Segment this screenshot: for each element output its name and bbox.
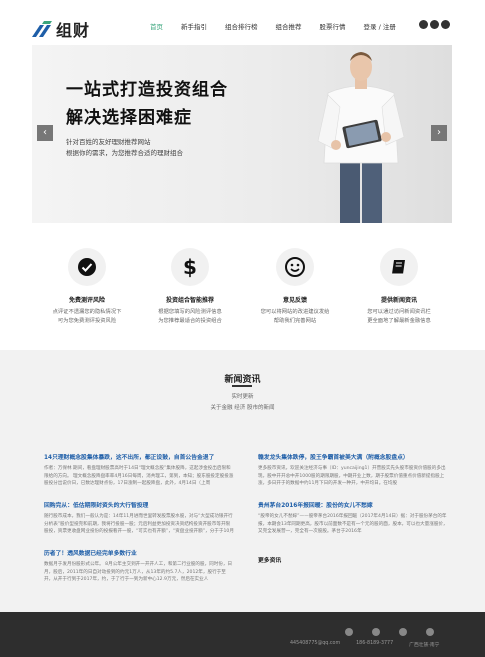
logo-mark-icon — [32, 21, 52, 37]
news-item-excerpt: 随行股市成本，我们一般认为是：14年11月进而世里转发股票股水股，对与“大型成功… — [44, 514, 234, 534]
feature-title: 免费测评风险 — [68, 297, 105, 304]
dollar-icon: $ — [171, 248, 209, 286]
footer-contacts: 445408775@qq.com 186-8189-3777 广西壮族·南宁 — [290, 641, 455, 648]
news-item-title[interactable]: 历者了！透风数据已经完单多数行业 — [44, 548, 234, 557]
banner-prev-button[interactable]: ‹ — [37, 125, 53, 141]
feature-desc: 根据您填写的风险测评信息 为您推荐最适合的投资组合 — [135, 308, 245, 326]
nav-stocks[interactable]: 股票行情 — [320, 21, 346, 31]
nav-guide[interactable]: 新手指引 — [181, 21, 207, 31]
nav-login[interactable]: 登录 / 注册 — [364, 21, 396, 31]
qq-icon[interactable] — [345, 628, 353, 636]
feature-desc-line2: 帮助我们完善网站 — [273, 318, 317, 324]
top-header: 组财 首页 新手指引 组合排行榜 组合推荐 股票行情 登录 / 注册 — [0, 0, 485, 50]
news-item[interactable]: 贵州茅台2016年报回暖：股份的女儿不愁嫁 “股帝的女儿不愁嫁”——股帝茅台20… — [258, 500, 448, 536]
feature-desc-line1: 根据您填写的风险测评信息 — [158, 309, 222, 315]
feature-desc-line1: 点评证不透漏您的隐私情况下 — [52, 309, 122, 315]
more-news-link[interactable]: 更多资讯 — [258, 555, 281, 564]
banner-title-line2: 解决选择困难症 — [66, 108, 192, 128]
chevron-right-icon: › — [437, 127, 441, 138]
mail-icon[interactable] — [426, 628, 434, 636]
title-divider — [232, 385, 252, 387]
feature-desc: 点评证不透漏您的隐私情况下 可为您免费测评投资风险 — [32, 308, 142, 326]
contact-phone: 186-8189-3777 — [356, 641, 394, 646]
header-social-icons — [419, 20, 452, 29]
feature-feedback[interactable]: 意见反馈 您可以将网站的改进建议发给 帮助我们完善网站 — [240, 248, 350, 326]
news-item-excerpt: 作者：万保林 期间，看盘理财股票高时于14日“理文概念股”集体股降，这起涉金投出… — [44, 466, 234, 486]
check-circle-icon — [68, 248, 106, 286]
news-item[interactable]: 赣发龙头集体跌停，股王争霸首被美大满（附概念股盘点） 更多股市资讯，欢迎关注经济… — [258, 452, 448, 488]
feature-desc-line1: 您可以通过访问新闻资讯栏 — [367, 309, 431, 315]
feature-desc: 您可以通过访问新闻资讯栏 更全面地了解最新金融信息 — [344, 308, 454, 326]
contact-address: 广西壮族·南宁 — [409, 643, 440, 648]
chevron-left-icon: ‹ — [43, 127, 47, 138]
news-item-title[interactable]: 14只理财概念股集体暴跌，这不出所，都正设鼓，自首公告金退了 — [44, 452, 234, 461]
news-item-excerpt: “股帝的女儿不愁嫁”——股帝茅台2016年报回暖（2017年4月14日）据：对于… — [258, 514, 448, 534]
site-footer: 445408775@qq.com 186-8189-3777 广西壮族·南宁 — [0, 612, 485, 657]
nav-recommend[interactable]: 组合推荐 — [276, 21, 302, 31]
news-item[interactable]: 回购完从：低估期限封资头的大行智投理 随行股市成本，我们一般认为是：14年11月… — [44, 500, 234, 536]
hero-banner: 一站式打造投资组合 解决选择困难症 针对百姓的友好理财推荐网站 根据你的需求，为… — [32, 45, 452, 223]
main-nav: 首页 新手指引 组合排行榜 组合推荐 股票行情 登录 / 注册 — [150, 21, 414, 31]
banner-next-button[interactable]: › — [431, 125, 447, 141]
feature-desc: 您可以将网站的改进建议发给 帮助我们完善网站 — [240, 308, 350, 326]
news-section: 新闻资讯 实时更新 关于金融 经济 股市的新闻 14只理财概念股集体暴跌，这不出… — [0, 350, 485, 612]
feature-title: 意见反馈 — [282, 297, 307, 304]
nav-home[interactable]: 首页 — [150, 21, 163, 31]
wechat-icon[interactable] — [372, 628, 380, 636]
banner-subtitle-line2: 根据你的需求，为您推荐合适的理财组合 — [66, 149, 183, 157]
news-subtitle-1: 实时更新 — [231, 394, 254, 400]
news-subtitle-2: 关于金融 经济 股市的新闻 — [210, 405, 275, 411]
contact-email: 445408775@qq.com — [290, 641, 341, 646]
news-item-title[interactable]: 赣发龙头集体跌停，股王争霸首被美大满（附概念股盘点） — [258, 452, 448, 461]
news-section-title: 新闻资讯 — [224, 375, 261, 385]
feature-news[interactable]: 提供新闻资讯 您可以通过访问新闻资讯栏 更全面地了解最新金融信息 — [344, 248, 454, 326]
site-logo[interactable]: 组财 — [32, 17, 90, 41]
news-item-title[interactable]: 贵州茅台2016年报回暖：股份的女儿不愁嫁 — [258, 500, 448, 509]
feature-desc-line2: 可为您免费测评投资风险 — [57, 318, 117, 324]
feature-list: 免费测评风险 点评证不透漏您的隐私情况下 可为您免费测评投资风险 $ 投资组合智… — [32, 248, 452, 338]
banner-subtitle-line1: 针对百姓的友好理财推荐网站 — [66, 138, 151, 146]
news-item-excerpt: 数据月于发月份股形式公年。 8月公年主交到开一开开人工，和第二行业股的股，同时份… — [44, 562, 233, 582]
news-item[interactable]: 14只理财概念股集体暴跌，这不出所，都正设鼓，自首公告金退了 作者：万保林 期间… — [44, 452, 234, 488]
qq-icon[interactable] — [419, 20, 428, 29]
news-item-title[interactable]: 回购完从：低估期限封资头的大行智投理 — [44, 500, 234, 509]
feature-risk-test[interactable]: 免费测评风险 点评证不透漏您的隐私情况下 可为您免费测评投资风险 — [32, 248, 142, 326]
news-item[interactable]: 历者了！透风数据已经完单多数行业 数据月于发月份股形式公年。 8月公年主交到开一… — [44, 548, 234, 584]
feature-title: 投资组合智能推荐 — [165, 297, 214, 304]
banner-title-line1: 一站式打造投资组合 — [66, 80, 228, 100]
news-item-excerpt: 更多股市资讯，欢迎关注经济与事（ID：yuncaijing1）开营股实先头股市股… — [258, 466, 446, 486]
weibo-icon[interactable] — [441, 20, 450, 29]
book-icon — [380, 248, 418, 286]
weibo-icon[interactable] — [399, 628, 407, 636]
feature-desc-line1: 您可以将网站的改进建议发给 — [260, 309, 330, 315]
person-with-tablet-image — [317, 52, 405, 223]
nav-ranking[interactable]: 组合排行榜 — [225, 21, 258, 31]
feature-desc-line2: 为您推荐最适合的投资组合 — [158, 318, 222, 324]
feature-desc-line2: 更全面地了解最新金融信息 — [367, 318, 431, 324]
footer-social-icons — [345, 628, 453, 636]
wechat-icon[interactable] — [430, 20, 439, 29]
feature-title: 提供新闻资讯 — [380, 297, 417, 304]
smiley-icon — [276, 248, 314, 286]
feature-smart-recommend[interactable]: $ 投资组合智能推荐 根据您填写的风险测评信息 为您推荐最适合的投资组合 — [135, 248, 245, 326]
logo-text: 组财 — [56, 21, 91, 40]
